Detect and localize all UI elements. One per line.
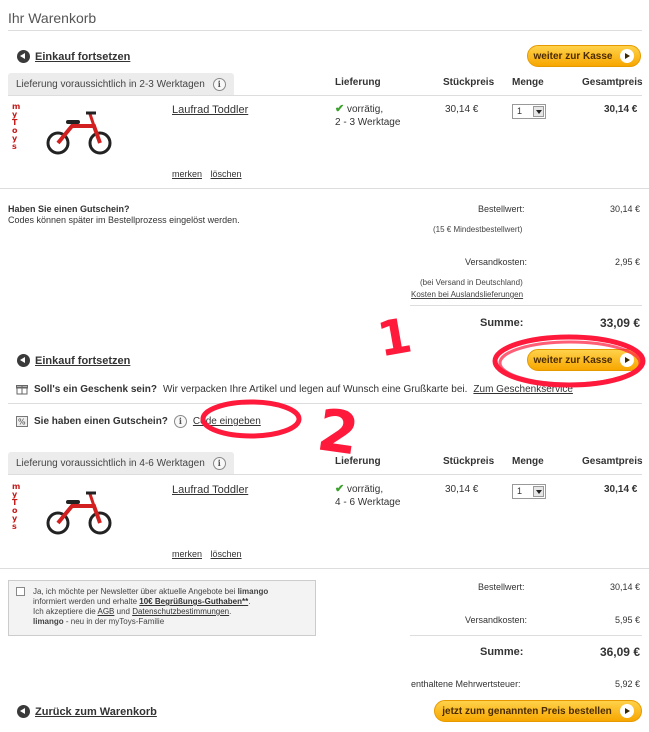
info-icon[interactable]: i	[212, 456, 226, 470]
delivery-tab-label: Lieferung voraussichtlich in 2-3 Werktag…	[16, 78, 205, 90]
info-icon[interactable]: i	[173, 415, 187, 428]
total-price-2: 30,14 €	[604, 484, 638, 495]
quantity-select-2[interactable]: 1	[512, 484, 546, 499]
checkout-button-middle[interactable]: weiter zur Kasse	[527, 349, 641, 371]
min-order-note: (15 € Mindestbestellwert)	[433, 225, 523, 234]
stock-status-2: ✔ vorrätig, 4 - 6 Werktage	[335, 483, 401, 508]
remember-link-1[interactable]: merken	[172, 169, 202, 179]
shipping-note: (bei Versand in Deutschland)	[420, 278, 523, 287]
newsletter-checkbox[interactable]	[16, 587, 25, 596]
stock-status-1: ✔ vorrätig, 2 - 3 Werktage	[335, 103, 401, 128]
enter-code-link[interactable]: Code eingeben	[193, 416, 261, 427]
column-quantity-2: Menge	[512, 456, 544, 467]
check-icon: ✔	[335, 103, 345, 115]
column-delivery: Lieferung	[335, 77, 381, 88]
delete-link-1[interactable]: löschen	[211, 169, 242, 179]
back-arrow-icon	[17, 705, 30, 718]
chevron-down-icon	[533, 486, 544, 497]
gift-title: Soll's ein Geschenk sein?	[34, 383, 157, 395]
continue-shopping-label: Einkauf fortsetzen	[35, 354, 131, 367]
checkout-label: weiter zur Kasse	[533, 50, 613, 62]
continue-shopping-link-middle[interactable]: Einkauf fortsetzen	[17, 354, 130, 367]
back-to-cart-label: Zurück zum Warenkorb	[35, 705, 157, 718]
agb-link[interactable]: AGB	[97, 607, 114, 616]
arrow-right-icon	[619, 704, 634, 718]
delivery-tab-2: Lieferung voraussichtlich in 4-6 Werktag…	[8, 452, 234, 474]
order-value-label-1: Bestellwert:	[478, 204, 525, 214]
foreign-shipping-link[interactable]: Kosten bei Auslandslieferungen	[411, 290, 523, 299]
chevron-down-icon	[533, 106, 544, 117]
column-unit-price-2: Stückpreis	[443, 456, 495, 467]
total-price-1: 30,14 €	[604, 104, 638, 115]
order-value-2: 30,14 €	[609, 582, 640, 592]
back-to-cart-link[interactable]: Zurück zum Warenkorb	[17, 705, 157, 718]
voucher-code-row: % Sie haben einen Gutschein? i Code eing…	[16, 415, 261, 428]
quantity-select-1[interactable]: 1	[512, 104, 546, 119]
back-arrow-icon	[17, 50, 30, 63]
sum-label-2: Summe:	[480, 646, 524, 658]
arrow-right-icon	[620, 353, 635, 367]
delivery-tab-1: Lieferung voraussichtlich in 2-3 Werktag…	[8, 73, 234, 95]
sum-1: 33,09 €	[599, 316, 640, 330]
page-title: Ihr Warenkorb	[8, 10, 97, 26]
percent-tag-icon: %	[16, 416, 28, 427]
arrow-right-icon	[620, 49, 635, 63]
shipping-2: 5,95 €	[614, 615, 640, 625]
order-value-1: 30,14 €	[609, 204, 640, 214]
continue-shopping-label: Einkauf fortsetzen	[35, 50, 131, 63]
voucher-text: Codes können später im Bestellprozess ei…	[8, 215, 240, 225]
shipping-1: 2,95 €	[614, 257, 640, 267]
mytoys-logo: myToys	[12, 102, 21, 151]
column-total-price-2: Gesamtpreis	[582, 456, 643, 467]
checkout-label: weiter zur Kasse	[533, 354, 613, 366]
balance-bike-image	[46, 491, 112, 535]
order-value-label-2: Bestellwert:	[478, 582, 525, 592]
column-quantity: Menge	[512, 77, 544, 88]
shipping-label-1: Versandkosten:	[465, 257, 528, 267]
vat-value: 5,92 €	[614, 679, 640, 689]
delivery-tab-label: Lieferung voraussichtlich in 4-6 Werktag…	[16, 457, 205, 469]
annotation-number-1: 1	[373, 307, 417, 369]
gift-icon	[16, 385, 28, 395]
voucher-title: Haben Sie einen Gutschein?	[8, 204, 130, 214]
continue-shopping-link-top[interactable]: Einkauf fortsetzen	[17, 50, 130, 63]
product-link-2[interactable]: Laufrad Toddler	[172, 484, 248, 496]
back-arrow-icon	[17, 354, 30, 367]
vat-label: enthaltene Mehrwertsteuer:	[411, 679, 521, 689]
remember-link-2[interactable]: merken	[172, 549, 202, 559]
newsletter-text: Ja, ich möchte per Newsletter über aktue…	[33, 587, 269, 626]
column-unit-price: Stückpreis	[443, 77, 495, 88]
info-icon[interactable]: i	[212, 77, 226, 91]
svg-text:%: %	[18, 418, 26, 427]
sum-label-1: Summe:	[480, 317, 524, 329]
annotation-number-2: 2	[313, 395, 363, 469]
privacy-link[interactable]: Datenschutzbestimmungen	[132, 607, 229, 616]
voucher2-title: Sie haben einen Gutschein?	[34, 416, 168, 427]
mytoys-logo: myToys	[12, 482, 21, 531]
voucher-credit-link[interactable]: 10€ Begrüßungs-Guthaben**	[139, 597, 248, 606]
product-link-1[interactable]: Laufrad Toddler	[172, 104, 248, 116]
balance-bike-image	[46, 111, 112, 155]
unit-price-2: 30,14 €	[445, 484, 479, 495]
check-icon: ✔	[335, 483, 345, 495]
column-total-price: Gesamtpreis	[582, 77, 643, 88]
sum-2: 36,09 €	[599, 645, 640, 659]
unit-price-1: 30,14 €	[445, 104, 479, 115]
order-button[interactable]: jetzt zum genannten Preis bestellen	[434, 700, 642, 722]
delete-link-2[interactable]: löschen	[211, 549, 242, 559]
checkout-button-top[interactable]: weiter zur Kasse	[527, 45, 641, 67]
gift-service-link[interactable]: Zum Geschenkservice	[473, 384, 572, 395]
order-button-label: jetzt zum genannten Preis bestellen	[442, 705, 612, 717]
gift-row: Soll's ein Geschenk sein? Wir verpacken …	[16, 383, 573, 395]
shipping-label-2: Versandkosten:	[465, 615, 528, 625]
gift-text: Wir verpacken Ihre Artikel und legen auf…	[162, 383, 468, 395]
